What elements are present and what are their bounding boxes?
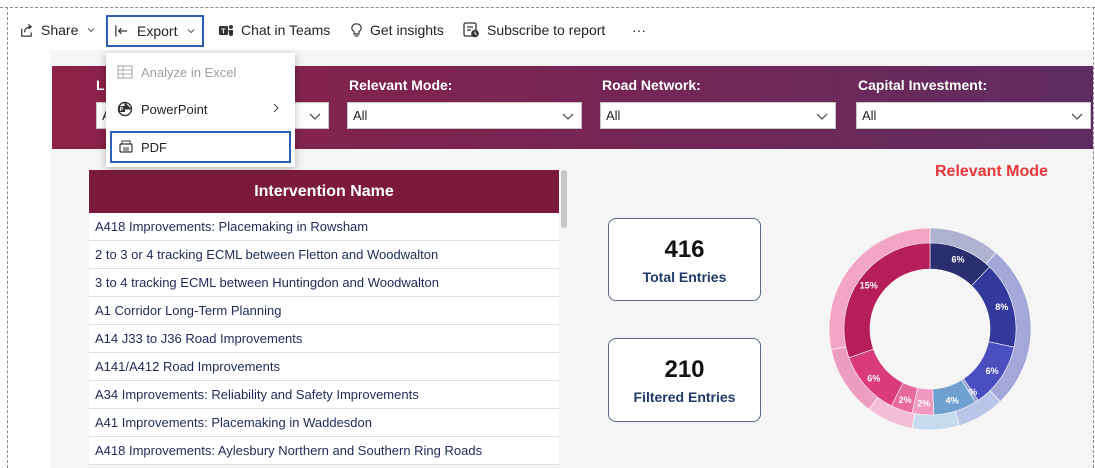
share-icon [19,23,34,38]
table-row[interactable]: 2 to 3 or 4 tracking ECML between Fletto… [89,241,559,269]
chevron-down-icon [86,25,96,35]
share-label: Share [41,22,79,38]
slice-data-label: 4% [946,396,959,406]
filter-relevant-mode-value: All [353,108,368,123]
share-button[interactable]: Share [19,14,96,46]
menu-item-powerpoint[interactable]: P PowerPoint [110,94,291,124]
total-entries-value: 416 [664,236,705,263]
visual-border-right [1093,7,1094,468]
table-row[interactable]: A418 Improvements: Placemaking in Rowsha… [89,213,559,241]
relevant-mode-donut-chart[interactable]: 6%8%6%0%4%2%2%6%15% [828,227,1032,431]
menu-item-label: Analyze in Excel [141,64,237,80]
chart-title: Relevant Mode [935,163,1048,180]
subscribe-label: Subscribe to report [487,22,606,38]
table-header[interactable]: Intervention Name [89,170,559,213]
get-insights-label: Get insights [370,22,444,38]
table-row[interactable]: A14 J33 to J36 Road Improvements [89,325,559,353]
table-scrollbar[interactable] [561,170,567,228]
report-toolbar: Share Export T Chat in Teams Get insight… [8,12,1093,50]
filter-first-label: L [96,77,105,93]
menu-item-label: PowerPoint [141,101,208,117]
subscribe-button[interactable]: Subscribe to report [463,14,605,46]
subscribe-icon [463,22,480,38]
filtered-entries-label: Filtered Entries [633,389,736,405]
chevron-down-icon [308,109,322,126]
table-row[interactable]: 3 to 4 tracking ECML between Huntingdon … [89,269,559,297]
slice-data-label: 6% [986,366,999,376]
chat-in-teams-label: Chat in Teams [241,22,331,38]
export-button[interactable]: Export [106,15,205,47]
filter-road-network-select[interactable]: All [600,102,836,129]
filtered-entries-card: 210 Filtered Entries [608,338,761,422]
filtered-entries-value: 210 [664,356,705,383]
table-row[interactable]: A1 Corridor Long-Term Planning [89,297,559,325]
filter-relevant-mode-label: Relevant Mode: [349,77,453,93]
slice-data-label: 2% [899,395,912,405]
more-options-label: ··· [632,22,646,38]
visual-border-top [0,7,1095,8]
intervention-table: Intervention Name A418 Improvements: Pla… [89,170,559,465]
chevron-down-icon [1070,109,1084,126]
svg-text:P: P [120,107,124,113]
menu-item-pdf[interactable]: PDF [110,131,291,163]
chevron-down-icon [561,109,575,126]
more-options-button[interactable]: ··· [632,14,646,46]
total-entries-label: Total Entries [642,269,727,285]
filter-capital-investment-value: All [862,108,877,123]
visual-border-left [7,7,8,468]
table-row[interactable]: A418 Improvements: Aylesbury Northern an… [89,437,559,465]
lightbulb-icon [351,22,362,38]
total-entries-card: 416 Total Entries [608,218,761,301]
chevron-right-icon [271,102,281,117]
export-label: Export [137,23,178,39]
filter-capital-investment-label: Capital Investment: [858,77,988,93]
powerpoint-icon: P [117,101,133,117]
filter-road-network-label: Road Network: [602,77,701,93]
svg-text:T: T [221,28,226,35]
filter-capital-investment-select[interactable]: All [856,102,1091,129]
slice-data-label: 2% [917,399,930,409]
export-menu: Analyze in Excel P PowerPoint PDF [106,53,295,167]
slice-data-label: 6% [867,374,880,384]
slice-data-label: 15% [860,281,878,291]
get-insights-button[interactable]: Get insights [351,14,444,46]
table-row[interactable]: A41 Improvements: Placemaking in Waddesd… [89,409,559,437]
chevron-down-icon [815,109,829,126]
teams-icon: T [218,23,234,38]
excel-icon [117,65,133,79]
chevron-down-icon [186,26,196,36]
menu-item-analyze-in-excel[interactable]: Analyze in Excel [110,57,291,87]
chat-in-teams-button[interactable]: T Chat in Teams [218,14,330,46]
filter-road-network-value: All [606,108,621,123]
menu-item-label: PDF [141,139,167,155]
export-icon [114,24,129,38]
filter-relevant-mode-select[interactable]: All [347,102,582,129]
table-row[interactable]: A141/A412 Road Improvements [89,353,559,381]
pdf-icon [119,140,133,154]
slice-data-label: 8% [995,302,1008,312]
table-row[interactable]: A34 Improvements: Reliability and Safety… [89,381,559,409]
slice-data-label: 6% [951,254,964,264]
